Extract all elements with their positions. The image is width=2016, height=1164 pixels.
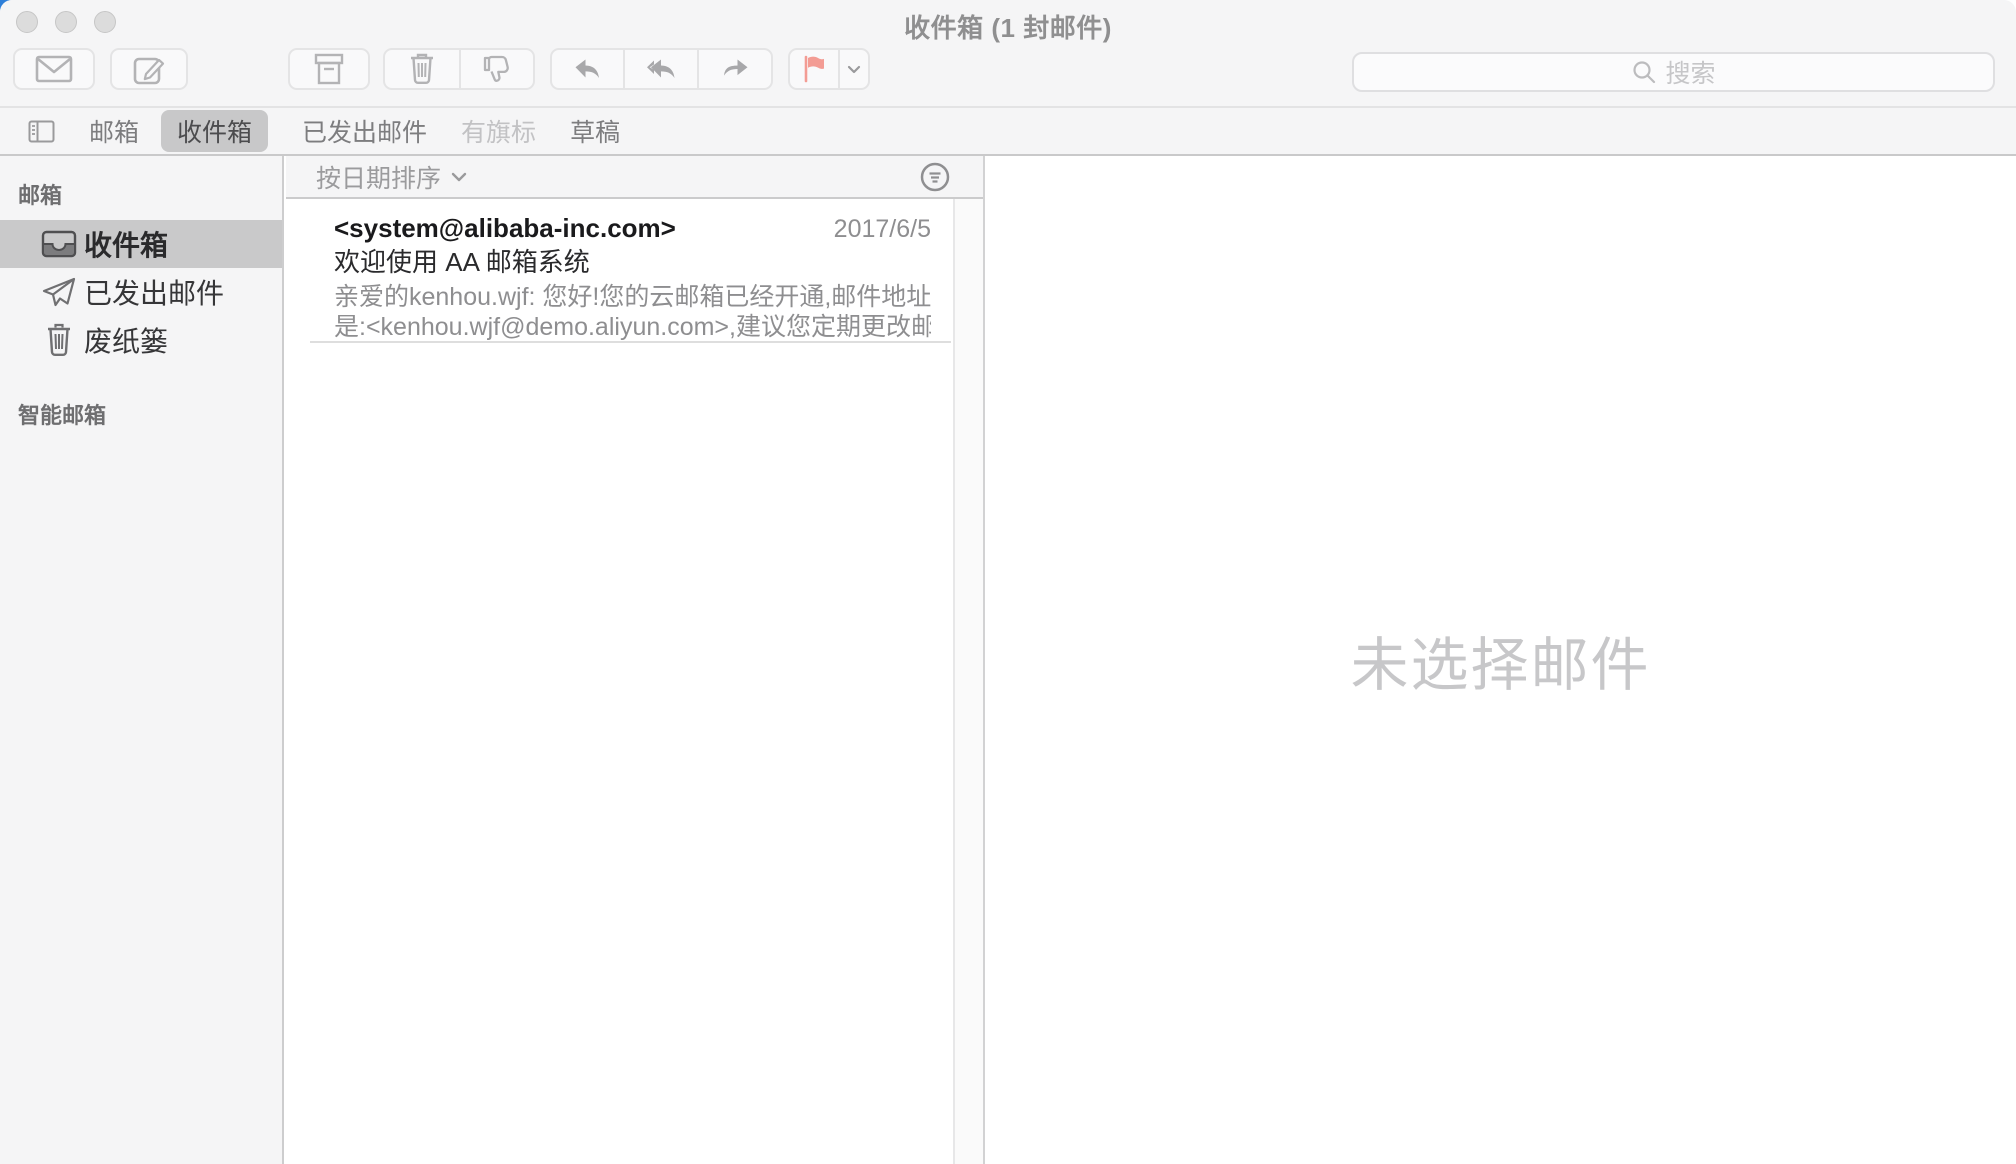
sidebar-item-trash[interactable]: 废纸篓 xyxy=(0,316,282,364)
flag-button[interactable] xyxy=(790,50,838,88)
message-preview-line1: 亲爱的kenhou.wjf: 您好!您的云邮箱已经开通,邮件地址 xyxy=(334,282,931,312)
list-scrollbar-track[interactable] xyxy=(953,199,983,1164)
window-chrome: 收件箱 (1 封邮件) xyxy=(0,0,2016,108)
sidebar-item-label: 废纸篓 xyxy=(84,320,168,360)
reading-pane: 未选择邮件 xyxy=(985,156,2016,1164)
message-sender: <system@alibaba-inc.com> xyxy=(334,212,676,244)
trash-junk-group xyxy=(383,48,535,90)
paper-plane-icon xyxy=(34,276,84,308)
mail-window: 收件箱 (1 封邮件) xyxy=(0,0,2016,1164)
sort-label: 按日期排序 xyxy=(316,159,441,195)
archive-button[interactable] xyxy=(288,48,370,90)
favorites-tab-mailboxes[interactable]: 邮箱 xyxy=(89,113,139,149)
reply-group xyxy=(550,48,773,90)
flag-group xyxy=(788,48,870,90)
reply-all-icon xyxy=(644,56,678,82)
flag-icon xyxy=(802,55,826,83)
envelope-icon xyxy=(35,55,73,83)
message-preview-line2: 是:<kenhou.wjf@demo.aliyun.com>,建议您定期更改邮.… xyxy=(334,312,931,342)
chevron-down-icon xyxy=(451,172,467,182)
window-title: 收件箱 (1 封邮件) xyxy=(0,8,2016,45)
sidebar-item-inbox[interactable]: 收件箱 xyxy=(0,220,282,268)
forward-button[interactable] xyxy=(697,50,771,88)
sidebar-toggle-icon xyxy=(28,120,55,143)
search-input[interactable]: 搜索 xyxy=(1352,52,1995,92)
sidebar-item-label: 已发出邮件 xyxy=(84,272,224,312)
search-placeholder: 搜索 xyxy=(1665,54,1715,90)
no-message-selected-label: 未选择邮件 xyxy=(1350,618,1650,702)
message-list-header: 按日期排序 xyxy=(286,156,983,199)
reply-icon xyxy=(573,56,603,82)
chevron-down-icon xyxy=(847,65,861,74)
flag-menu-button[interactable] xyxy=(838,50,869,88)
junk-button[interactable] xyxy=(459,50,533,88)
get-mail-button[interactable] xyxy=(13,48,95,90)
sort-button[interactable]: 按日期排序 xyxy=(316,159,467,195)
delete-button[interactable] xyxy=(385,50,459,88)
message-subject: 欢迎使用 AA 邮箱系统 xyxy=(334,246,931,278)
reply-all-button[interactable] xyxy=(623,50,696,88)
compose-button[interactable] xyxy=(110,48,188,90)
thumbs-down-icon xyxy=(482,54,512,84)
favorites-tab-inbox[interactable]: 收件箱 xyxy=(161,110,268,152)
favorites-tab-drafts[interactable]: 草稿 xyxy=(570,113,620,149)
message-list-item[interactable]: <system@alibaba-inc.com> 2017/6/5 欢迎使用 A… xyxy=(286,199,953,343)
forward-icon xyxy=(720,56,750,82)
sidebar-section-smart-mailboxes: 智能邮箱 xyxy=(0,364,282,440)
message-top-row: <system@alibaba-inc.com> 2017/6/5 xyxy=(334,212,931,244)
message-list-pane: 按日期排序 <system@alibaba-inc.com> 2017/6/5 … xyxy=(286,156,983,1164)
sidebar-toggle-button[interactable] xyxy=(28,120,55,143)
favorites-tab-flagged[interactable]: 有旗标 xyxy=(461,113,536,149)
trash-icon xyxy=(34,323,84,357)
mailbox-sidebar: 邮箱 收件箱 已发出邮件 xyxy=(0,156,284,1164)
compose-icon xyxy=(133,53,165,85)
filter-icon xyxy=(919,161,951,193)
favorites-bar: 邮箱 收件箱 已发出邮件 有旗标 草稿 xyxy=(0,108,2016,156)
archive-icon xyxy=(312,53,346,85)
search-icon xyxy=(1631,59,1657,85)
sidebar-item-sent[interactable]: 已发出邮件 xyxy=(0,268,282,316)
inbox-icon xyxy=(34,229,84,259)
filter-button[interactable] xyxy=(919,161,951,193)
reply-button[interactable] xyxy=(552,50,623,88)
sidebar-section-mailboxes: 邮箱 xyxy=(0,156,282,220)
favorites-tab-sent[interactable]: 已发出邮件 xyxy=(302,113,427,149)
sidebar-item-label: 收件箱 xyxy=(84,224,168,264)
message-date: 2017/6/5 xyxy=(834,215,931,244)
trash-icon xyxy=(409,53,435,85)
